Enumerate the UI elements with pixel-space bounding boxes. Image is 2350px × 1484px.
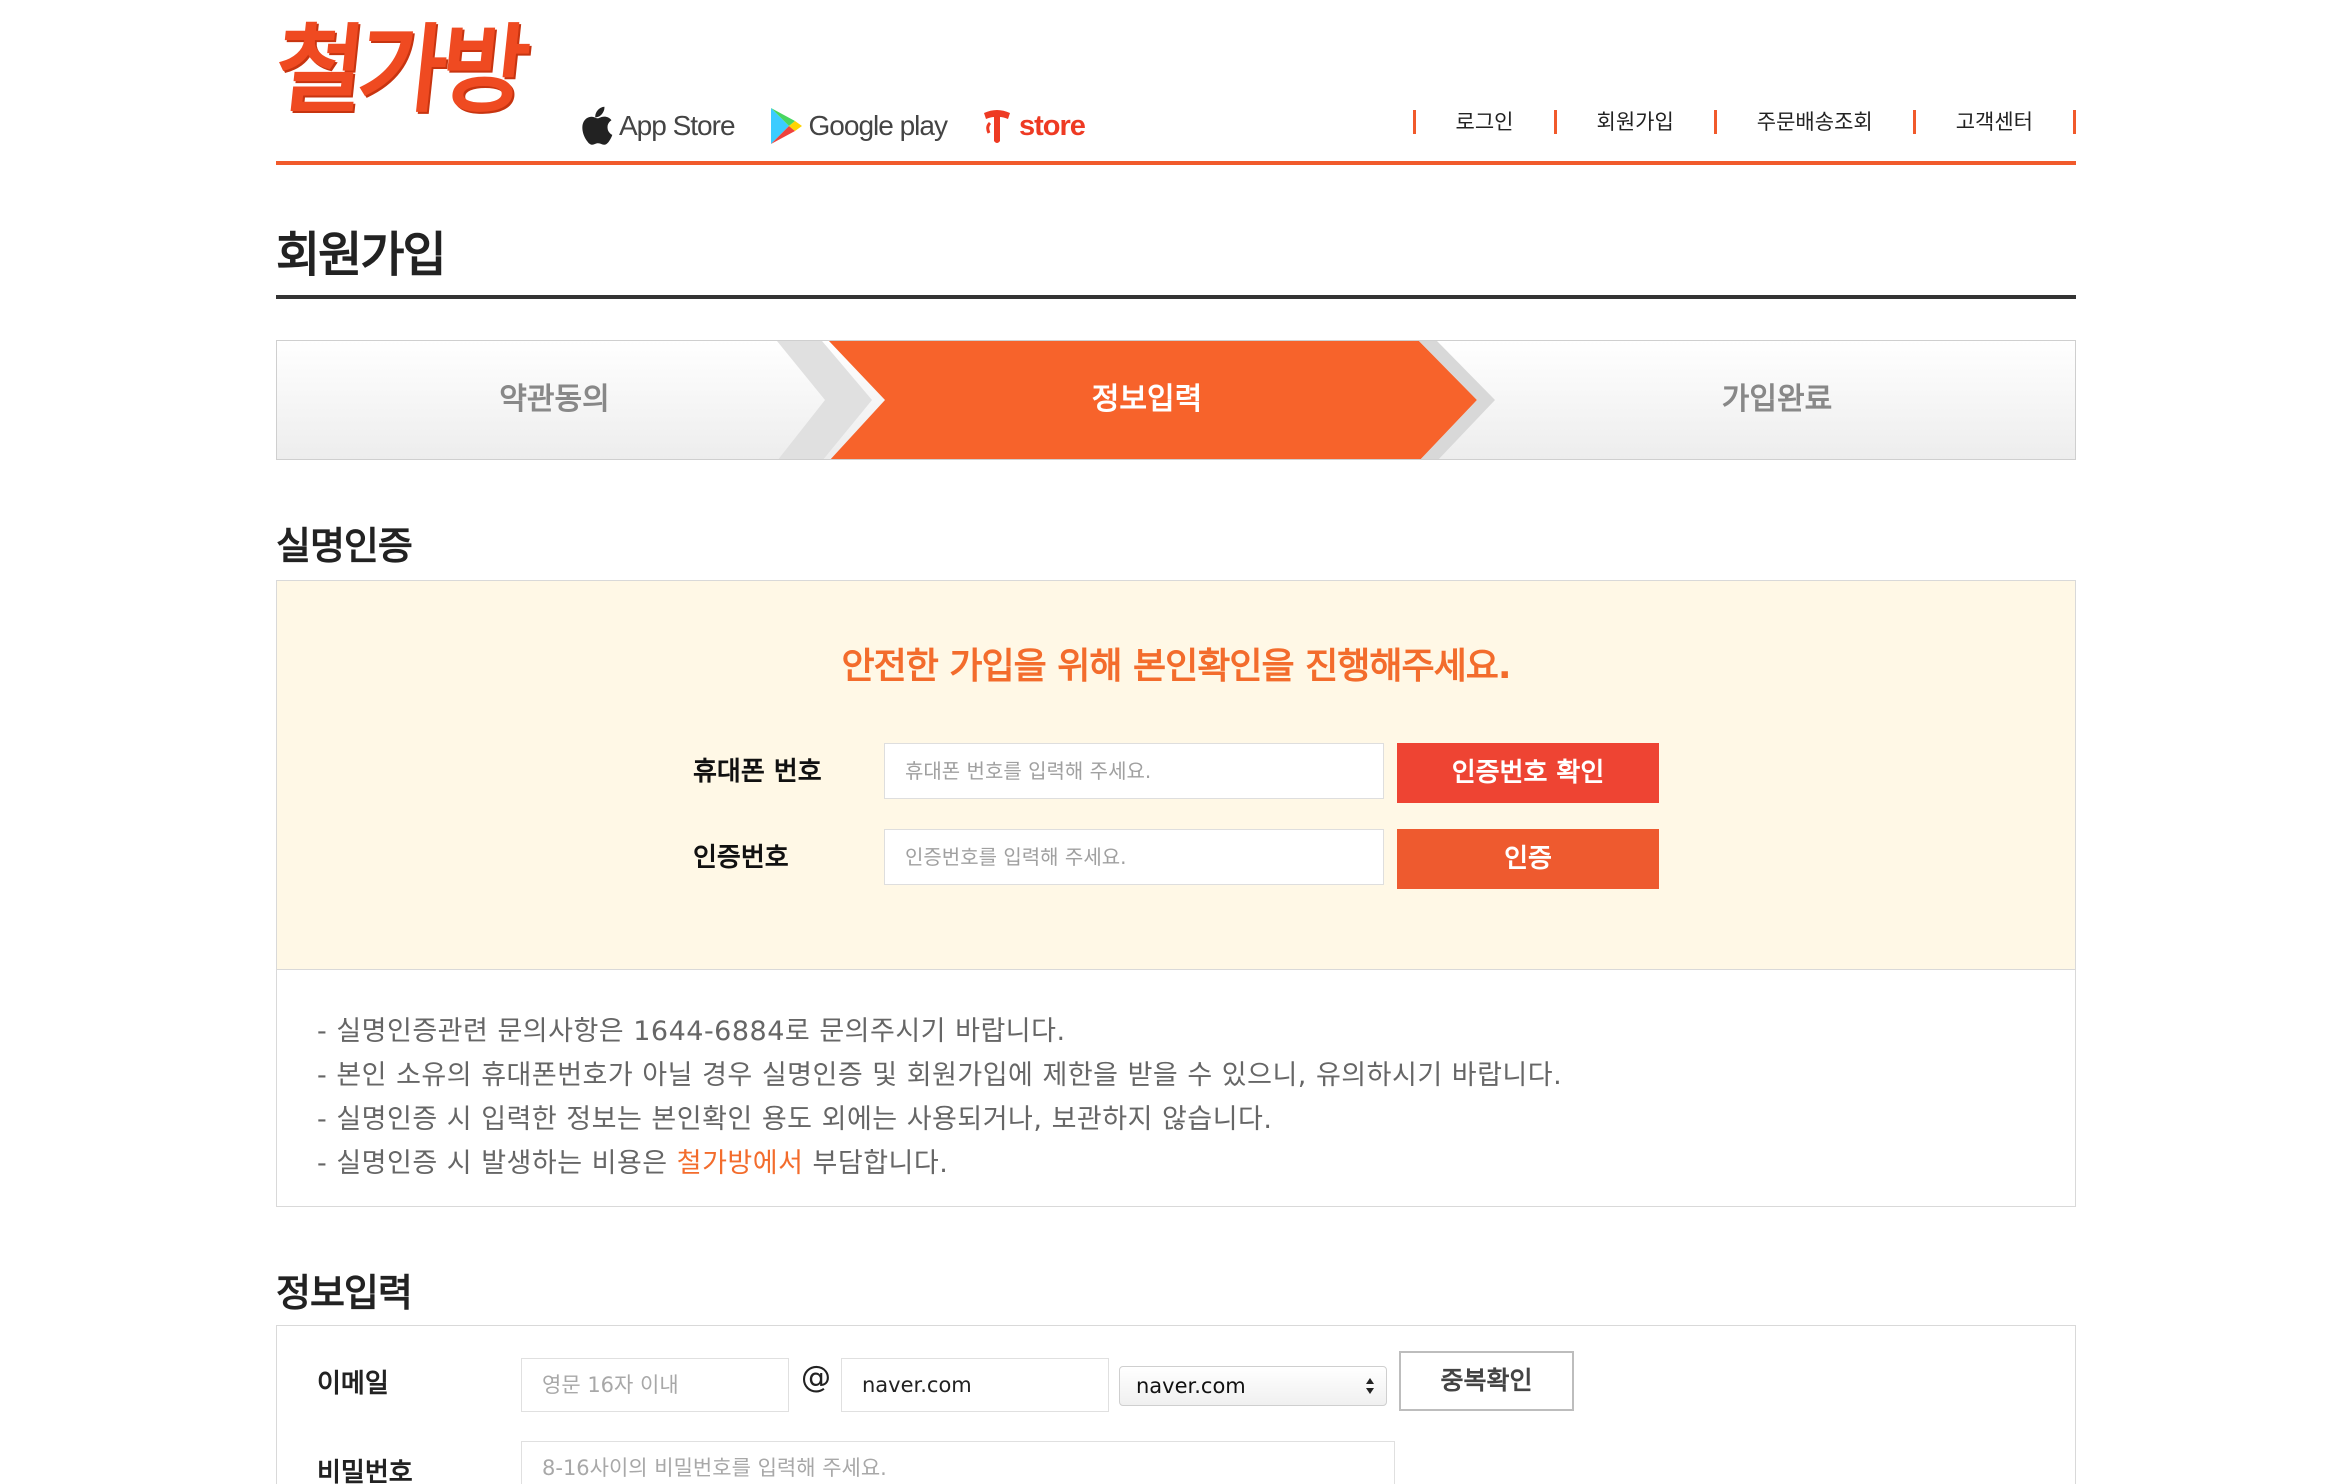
verify-section-title: 실명인증 [276,524,413,568]
step-complete: 가입완료 [1721,382,1833,417]
notes-list: - 실명인증관련 문의사항은 1644-6884로 문의주시기 바랍니다. - … [317,1010,1562,1186]
app-store-label: App Store [619,110,736,141]
verify-panel: 안전한 가입을 위해 본인확인을 진행해주세요. 휴대폰 번호 인증번호 확인 … [276,580,2076,969]
app-store-link[interactable]: App Store [579,106,736,146]
note-item: - 본인 소유의 휴대폰번호가 아닐 경우 실명인증 및 회원가입에 제한을 받… [317,1054,1562,1098]
request-code-button[interactable]: 인증번호 확인 [1397,743,1659,803]
code-label: 인증번호 [693,843,789,873]
verify-headline: 안전한 가입을 위해 본인확인을 진행해주세요. [841,646,1511,687]
select-caret-icon [1366,1378,1374,1394]
note-highlight: 철가방에서 [676,1148,804,1179]
code-input[interactable] [884,829,1384,885]
note-text: - 실명인증 시 발생하는 비용은 [317,1148,677,1179]
email-id-input[interactable] [521,1358,789,1412]
verify-notes: - 실명인증관련 문의사항은 1644-6884로 문의주시기 바랍니다. - … [276,969,2076,1207]
verify-code-button[interactable]: 인증 [1397,829,1659,889]
note-text: - 실명인증관련 문의사항은 1644-6884로 문의주시기 바랍니다. [317,1016,1066,1047]
tstore-label: store [1018,109,1086,142]
signup-steps: 약관동의 정보입력 가입완료 [276,340,2076,460]
info-section-title: 정보입력 [276,1271,413,1315]
email-label: 이메일 [317,1369,389,1399]
email-domain-select-value: naver.com [1136,1374,1246,1398]
note-text: - 실명인증 시 입력한 정보는 본인확인 용도 외에는 사용되거나, 보관하지… [317,1104,1273,1135]
google-play-label: Google play [808,110,948,141]
tstore-link[interactable]: store [981,107,1086,145]
tstore-icon [981,107,1013,145]
step-terms: 약관동의 [499,382,610,417]
site-header: 철가방 App Store Google play store 로그인 회원가입… [270,0,2076,165]
apple-icon [579,106,613,146]
nav-divider [2073,110,2076,134]
site-logo[interactable]: 철가방 [270,13,529,126]
duplicate-check-button[interactable]: 중복확인 [1399,1351,1574,1411]
info-form: 이메일 @ naver.com 중복확인 비밀번호 [276,1325,2076,1484]
store-links: App Store Google play store [579,100,1086,152]
note-item: - 실명인증관련 문의사항은 1644-6884로 문의주시기 바랍니다. [317,1010,1562,1054]
google-play-icon [769,107,803,145]
phone-input[interactable] [884,743,1384,799]
top-navigation: 로그인 회원가입 주문배송조회 고객센터 [1412,108,2076,136]
nav-order-tracking[interactable]: 주문배송조회 [1717,108,1913,136]
at-sign: @ [801,1360,831,1395]
note-text: - 본인 소유의 휴대폰번호가 아닐 경우 실명인증 및 회원가입에 제한을 받… [317,1060,1563,1091]
note-item: - 실명인증 시 입력한 정보는 본인확인 용도 외에는 사용되거나, 보관하지… [317,1098,1562,1142]
note-item: - 실명인증 시 발생하는 비용은 철가방에서 부담합니다. [317,1142,1562,1186]
email-domain-input[interactable] [841,1358,1109,1412]
google-play-link[interactable]: Google play [769,107,948,145]
note-text: 부담합니다. [803,1148,949,1179]
nav-login[interactable]: 로그인 [1416,108,1554,136]
phone-label: 휴대폰 번호 [693,757,822,787]
step-info-input: 정보입력 [1091,382,1203,417]
page-title: 회원가입 [276,227,447,283]
password-input[interactable] [521,1441,1395,1484]
email-domain-select[interactable]: naver.com [1119,1366,1387,1406]
nav-customer-center[interactable]: 고객센터 [1916,108,2073,136]
password-label: 비밀번호 [317,1458,413,1484]
title-divider [276,295,2076,299]
nav-signup[interactable]: 회원가입 [1557,108,1714,136]
